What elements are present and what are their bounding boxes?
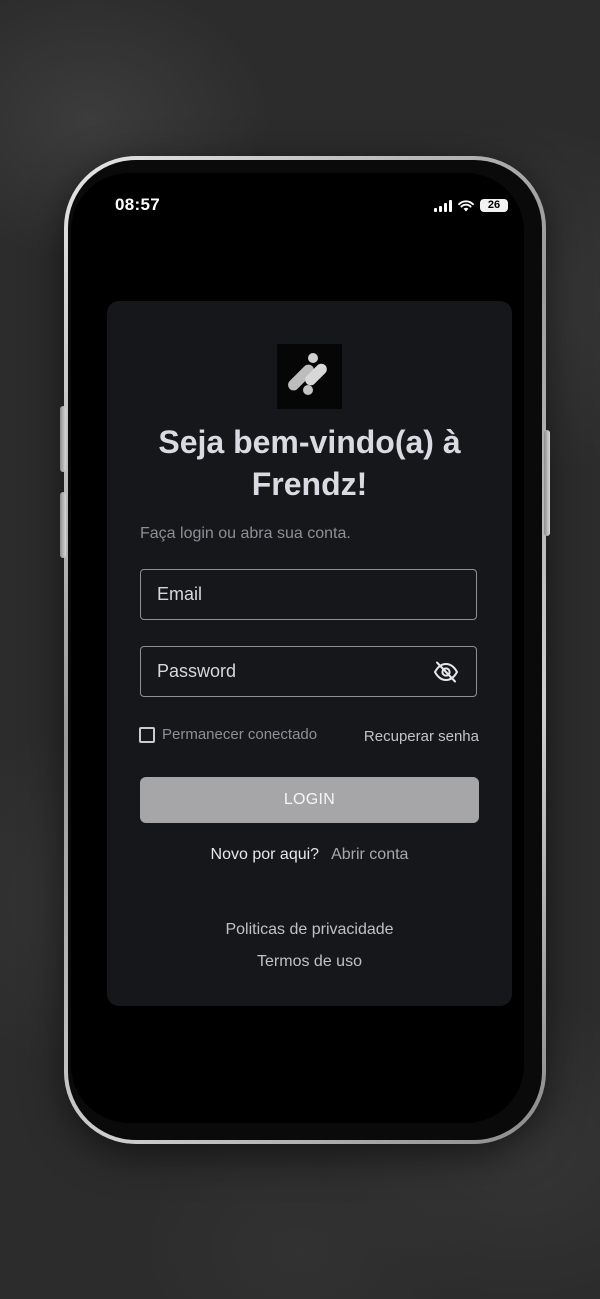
recover-password-link[interactable]: Recuperar senha (364, 728, 479, 745)
login-card: Seja bem-vindo(a) à Frendz! Faça login o… (107, 301, 512, 1006)
signup-row: Novo por aqui? Abrir conta (107, 846, 512, 864)
privacy-policy-link[interactable]: Politicas de privacidade (107, 921, 512, 939)
status-icons: 26 (434, 199, 508, 212)
battery-icon: 26 (480, 199, 508, 212)
status-time: 08:57 (115, 195, 160, 214)
eye-slash-icon[interactable] (432, 658, 460, 686)
email-input[interactable] (141, 570, 476, 619)
password-input[interactable] (141, 647, 432, 696)
phone-frame: 08:57 26 Seja bem-vindo(a) à Frendz! Faç… (60, 156, 550, 1144)
remember-checkbox[interactable] (139, 726, 155, 743)
welcome-subtitle: Faça login ou abra sua conta. (140, 525, 351, 542)
remember-label: Permanecer conectado (162, 726, 318, 743)
email-field[interactable] (140, 569, 477, 620)
phone-bezel: 08:57 26 Seja bem-vindo(a) à Frendz! Faç… (68, 160, 542, 1140)
remember-me[interactable]: Permanecer conectado (139, 726, 317, 743)
phone-screen: 08:57 26 Seja bem-vindo(a) à Frendz! Faç… (71, 173, 524, 1123)
frendz-logo-icon (277, 344, 342, 409)
terms-of-use-link[interactable]: Termos de uso (107, 953, 512, 971)
password-field[interactable] (140, 646, 477, 697)
side-button-volume (60, 492, 66, 558)
side-button-power (544, 430, 550, 536)
side-button-silent (60, 406, 66, 472)
open-account-link[interactable]: Abrir conta (331, 846, 408, 863)
signup-prompt: Novo por aqui? (210, 846, 320, 863)
cellular-signal-icon (434, 199, 452, 212)
wifi-icon (458, 199, 474, 211)
login-button[interactable]: LOGIN (140, 777, 479, 823)
welcome-title: Seja bem-vindo(a) à Frendz! (158, 424, 461, 502)
